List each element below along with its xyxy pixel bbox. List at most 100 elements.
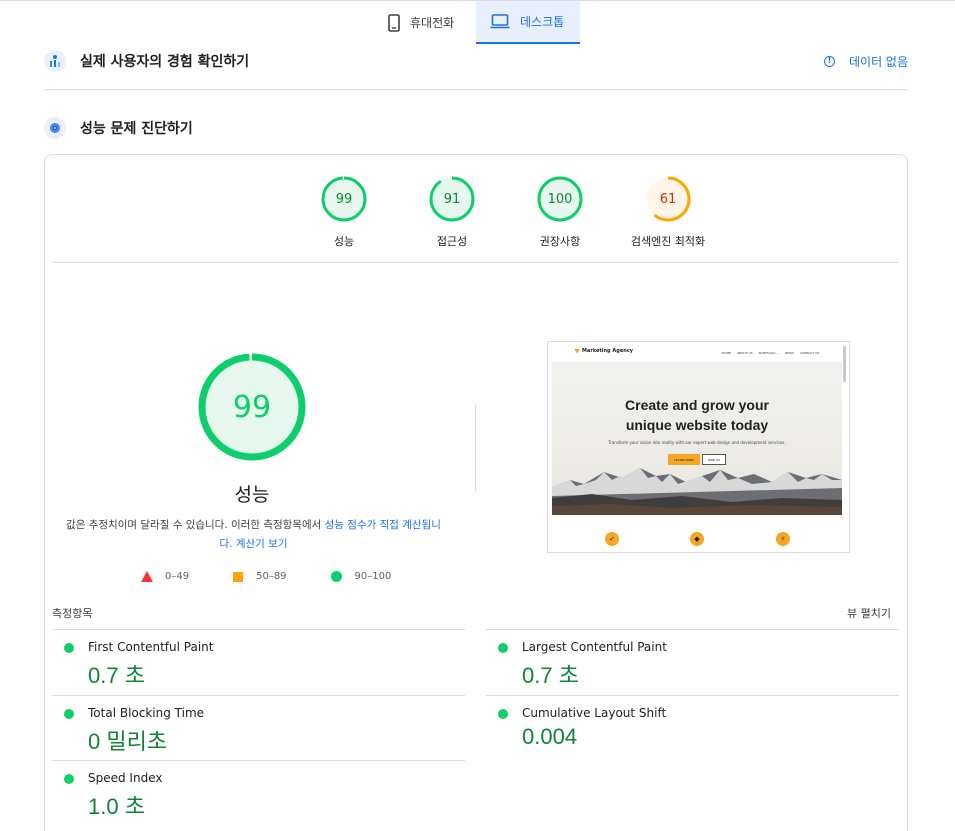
field-data-title: 실제 사용자의 경험 확인하기 [80,54,250,70]
bolt-icon: ⚡ [776,532,790,546]
category-gauges: 99 성능 91 접근성 100 권장사항 61 검색엔진 최적화 [290,176,722,249]
logo-mark [574,348,580,354]
metric-value: 0 밀리초 [88,729,168,754]
metric-value: 0.7 초 [88,663,145,688]
legend-average: 50–89 [233,571,287,582]
no-data-label: 데이터 없음 [848,54,908,69]
expand-view-toggle[interactable]: 뷰 펼치기 [847,605,891,621]
metric-lcp: Largest Contentful Paint 0.7 초 [486,629,899,695]
pass-indicator [64,643,74,653]
metric-value: 0.004 [522,724,578,749]
circle-icon [330,571,342,582]
mountains-image [552,468,842,515]
diagnose-title: 성능 문제 진단하기 [80,121,193,137]
gauge-ring: 99 [321,176,367,222]
score-legend: 0–49 50–89 90–100 [141,571,391,582]
no-data-link[interactable]: ! 데이터 없음 [823,53,908,70]
thumb-menu-item: CONTACT US [799,351,820,355]
metric-tbt: Total Blocking Time 0 밀리초 [52,695,465,761]
performance-description: 값은 추정치이며 달라질 수 있습니다. 이러한 측정항목에서 성능 점수가 직… [60,516,447,554]
gauges-divider [52,262,899,263]
diagnose-header: 성능 문제 진단하기 [44,113,908,143]
gauge-label: 검색엔진 최적화 [630,235,706,248]
phone-icon [388,13,400,32]
thumb-headline-line2: unique website today [625,417,769,433]
tab-mobile-label: 휴대전화 [410,16,455,30]
gauge-best-practices[interactable]: 100 권장사항 [506,176,614,249]
pass-indicator [64,709,74,719]
desktop-icon [490,14,510,29]
thumb-hero: Create and grow your unique website today… [552,362,842,515]
metrics-title: 측정항목 [52,607,93,620]
users-chart-icon [44,50,66,72]
thumb-menu: HOME ABOUT US PORTFOLIO ⌄ NEWS CONTACT U… [722,351,825,355]
metric-divider [486,695,899,696]
field-data-header: 실제 사용자의 경험 확인하기 ! 데이터 없음 [44,46,908,76]
check-icon: ✓ [605,532,619,546]
thumb-logo: Marketing Agency [574,348,633,354]
thumb-secondary-button: HIRE US [702,454,726,465]
metric-name: First Contentful Paint [88,640,214,654]
metrics-header: 측정항목 뷰 펼치기 [52,604,899,622]
pass-indicator [64,774,74,784]
gauge-label: 권장사항 [539,235,581,248]
gauge-accessibility[interactable]: 91 접근성 [398,176,506,249]
thumb-menu-item: NEWS [784,351,794,355]
gauge-score: 91 [443,191,461,207]
legend-fail: 0–49 [141,571,189,582]
metric-si: Speed Index 1.0 초 [52,760,465,826]
gauge-performance[interactable]: 99 성능 [290,176,398,249]
metric-value: 1.0 초 [88,794,145,819]
diamond-icon: ◆ [690,532,704,546]
metric-name: Total Blocking Time [88,706,205,720]
metric-divider [486,629,899,630]
performance-score: 99 [232,389,272,425]
thumb-headline-line1: Create and grow your [625,397,769,413]
legend-fail-range: 0–49 [165,571,190,582]
square-icon [233,571,244,582]
performance-big-gauge: 99 [198,353,306,461]
metric-cls: Cumulative Layout Shift 0.004 [486,695,899,761]
gauge-ring: 61 [645,176,691,222]
pass-indicator [498,643,508,653]
thumb-menu-item: PORTFOLIO ⌄ [758,351,779,355]
triangle-icon [141,571,153,582]
section-divider [44,89,908,90]
info-icon: ! [823,55,835,67]
thumb-menu-item: ABOUT US [737,351,753,355]
pass-indicator [498,709,508,719]
calculator-link[interactable]: 계산기 보기 [236,538,288,550]
metric-name: Speed Index [88,771,163,785]
thumb-headline: Create and grow your unique website today [552,395,842,435]
gauge-score: 61 [659,191,677,207]
thumb-scrollbar [843,346,846,382]
tab-mobile[interactable]: 휴대전화 [374,1,476,44]
lighthouse-icon [44,117,66,139]
metric-name: Cumulative Layout Shift [522,706,667,720]
thumb-subtext: Transform your vision into reality with … [608,440,786,445]
gauge-score: 99 [335,191,353,207]
vertical-divider [475,404,476,492]
gauge-seo[interactable]: 61 검색엔진 최적화 [614,176,722,249]
gauge-ring: 91 [429,176,475,222]
tab-desktop-label: 데스크톱 [520,15,565,29]
metric-name: Largest Contentful Paint [522,640,667,654]
metric-divider [52,760,465,761]
tab-desktop[interactable]: 데스크톱 [476,1,580,44]
gauge-label: 접근성 [436,235,468,248]
gauge-score: 100 [547,191,573,207]
gauge-ring: 100 [537,176,583,222]
metric-value: 0.7 초 [522,663,579,688]
final-screenshot[interactable]: Marketing Agency HOME ABOUT US PORTFOLIO… [547,341,850,553]
thumb-menu-item: HOME [722,351,732,355]
metric-divider [52,695,465,696]
legend-average-range: 50–89 [256,571,287,582]
thumb-primary-button: LEARN MORE [668,454,700,465]
legend-pass: 90–100 [330,571,391,582]
metric-fcp: First Contentful Paint 0.7 초 [52,629,465,695]
description-text: 값은 추정치이며 달라질 수 있습니다. 이러한 측정항목에서 [66,519,325,531]
thumb-brand: Marketing Agency [582,348,634,354]
performance-label: 성능 [234,484,270,506]
device-tabs: 휴대전화 데스크톱 [374,1,580,44]
metric-divider [52,629,465,630]
